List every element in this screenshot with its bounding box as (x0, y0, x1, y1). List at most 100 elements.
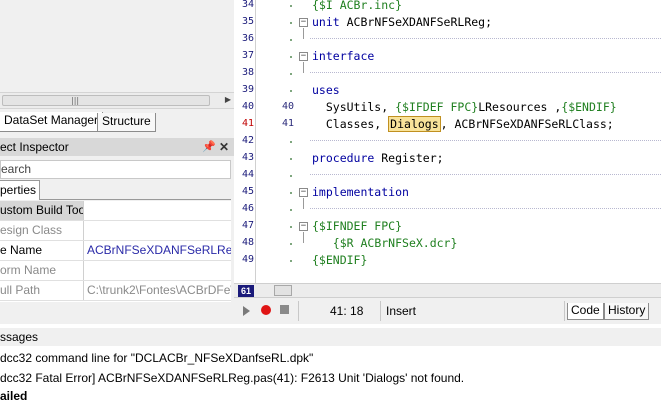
status-divider (564, 301, 565, 321)
modified-line-marker (290, 243, 292, 245)
modified-line-marker (290, 90, 292, 92)
message-line[interactable]: dcc32 command line for "DCLACBr_NFSeXDan… (0, 349, 661, 367)
modified-line-marker (290, 158, 292, 160)
fold-toggle-icon[interactable]: − (299, 188, 308, 197)
cursor-position: 41: 18 (330, 304, 364, 318)
modified-line-marker (290, 209, 292, 211)
line-number: 46 (241, 203, 254, 214)
line-number: 44 (241, 169, 254, 180)
property-row[interactable]: e Name ACBrNFSeXDANFSeRLReg.p (0, 241, 231, 261)
fold-toggle-icon[interactable]: − (299, 222, 308, 231)
modified-line-marker (290, 22, 292, 24)
property-row[interactable]: ull Path C:\trunk2\Fontes\ACBrDFe\ (0, 281, 231, 301)
property-name: esign Class (0, 221, 84, 240)
messages-title: ssages (0, 328, 661, 346)
left-horizontal-scrollbar[interactable]: ||| ▶ (0, 92, 234, 109)
left-panel: ||| ▶ DataSet Manager Structure ect Insp… (0, 0, 234, 324)
fold-guide-line (303, 28, 304, 39)
property-row[interactable]: orm Name (0, 261, 231, 281)
messages-panel: ssages dcc32 command line for "DCLACBr_N… (0, 324, 661, 406)
grip-icon: ||| (71, 96, 80, 105)
line-number: 41 (241, 118, 254, 129)
property-row[interactable]: esign Class (0, 221, 231, 241)
object-inspector-title: ect Inspector (0, 140, 69, 154)
history-line-number: 41 (281, 118, 294, 129)
line-number: 43 (241, 152, 254, 163)
fold-toggle-icon[interactable]: − (299, 52, 308, 61)
tab-history[interactable]: History (604, 303, 650, 320)
code-line[interactable]: implementation (312, 185, 409, 199)
history-line-number: 40 (281, 101, 294, 112)
code-line[interactable]: {$R ACBrNFSeX.dcr} (312, 236, 458, 250)
modified-line-marker (290, 175, 292, 177)
modified-line-marker (290, 5, 292, 7)
code-editor[interactable]: 61 41: 18 Insert Code History 34 {$I ACBr… (234, 0, 661, 324)
section-separator (310, 72, 661, 73)
section-separator (310, 38, 661, 39)
code-line[interactable]: unit ACBrNFSeXDANFSeRLReg; (312, 15, 492, 29)
code-line[interactable]: SysUtils, {$IFDEF FPC}LResources ,{$ENDI… (312, 100, 617, 114)
property-name: e Name (0, 241, 84, 260)
line-number: 38 (241, 67, 254, 78)
line-number: 34 (241, 0, 254, 10)
tab-structure[interactable]: Structure (97, 113, 156, 132)
property-row[interactable]: ustom Build Too (0, 201, 231, 221)
property-value[interactable]: ACBrNFSeXDANFSeRLReg.p (87, 241, 231, 260)
line-number: 40 (241, 101, 254, 112)
line-number: 45 (241, 186, 254, 197)
fold-toggle-icon[interactable]: − (299, 18, 308, 27)
property-name: ull Path (0, 281, 84, 300)
stop-macro-icon[interactable] (280, 305, 289, 314)
message-line[interactable]: ailed (0, 387, 661, 405)
property-name: ustom Build Too (0, 201, 84, 220)
modified-line-marker (290, 56, 292, 58)
message-line[interactable]: dcc32 Fatal Error] ACBrNFSeXDANFSeRLReg.… (0, 369, 661, 387)
section-separator (310, 140, 661, 141)
scrollbar-thumb[interactable] (274, 285, 292, 296)
play-macro-icon[interactable] (243, 306, 250, 316)
editor-horizontal-scrollbar[interactable]: 61 (234, 283, 661, 297)
code-line[interactable]: procedure Register; (312, 151, 444, 165)
object-inspector-search-input[interactable]: earch (0, 160, 231, 179)
modified-line-marker (290, 192, 292, 194)
line-number: 35 (241, 16, 254, 27)
close-icon[interactable]: ✕ (219, 138, 229, 156)
line-number: 42 (241, 135, 254, 146)
line-number: 39 (241, 84, 254, 95)
line-count-badge: 61 (238, 285, 254, 297)
code-line[interactable]: uses (312, 83, 340, 97)
fold-guide-line (303, 232, 304, 243)
code-line[interactable]: interface (312, 49, 374, 63)
code-line[interactable]: Classes, Dialogs, ACBrNFSeXDANFSeRLClass… (312, 116, 614, 132)
line-number: 37 (241, 50, 254, 61)
record-macro-icon[interactable] (261, 305, 271, 315)
line-number: 47 (241, 220, 254, 231)
left-panel-tabs: DataSet Manager Structure (0, 112, 234, 132)
editor-status-bar: 41: 18 Insert Code History (234, 297, 661, 324)
object-inspector-tabs: perties (0, 180, 231, 200)
code-line[interactable]: {$I ACBr.inc} (312, 0, 402, 12)
line-number: 48 (241, 237, 254, 248)
left-panel-blank-area (0, 0, 234, 92)
properties-grid: ustom Build Too esign Class e Name ACBrN… (0, 201, 231, 302)
property-value[interactable]: C:\trunk2\Fontes\ACBrDFe\ (87, 281, 231, 300)
status-divider (380, 301, 381, 321)
section-separator (310, 208, 661, 209)
section-separator (310, 174, 661, 175)
code-line[interactable]: {$IFNDEF FPC} (312, 219, 402, 233)
modified-line-marker (290, 73, 292, 75)
line-number: 36 (241, 33, 254, 44)
modified-line-marker (290, 260, 292, 262)
insert-mode-indicator: Insert (386, 304, 417, 318)
scrollbar-thumb[interactable]: ||| (2, 95, 210, 106)
code-line[interactable]: {$ENDIF} (312, 253, 367, 267)
modified-line-marker (290, 226, 292, 228)
tab-dataset-manager[interactable]: DataSet Manager (0, 112, 104, 132)
scroll-right-arrow-icon[interactable]: ▶ (225, 95, 231, 104)
tab-properties[interactable]: perties (0, 180, 41, 200)
fold-guide-line (303, 198, 304, 209)
object-inspector-title-bar: ect Inspector 📌 ✕ (0, 138, 234, 156)
modified-line-marker (290, 39, 292, 41)
tab-code[interactable]: Code (567, 303, 604, 320)
pin-icon[interactable]: 📌 (202, 138, 216, 156)
